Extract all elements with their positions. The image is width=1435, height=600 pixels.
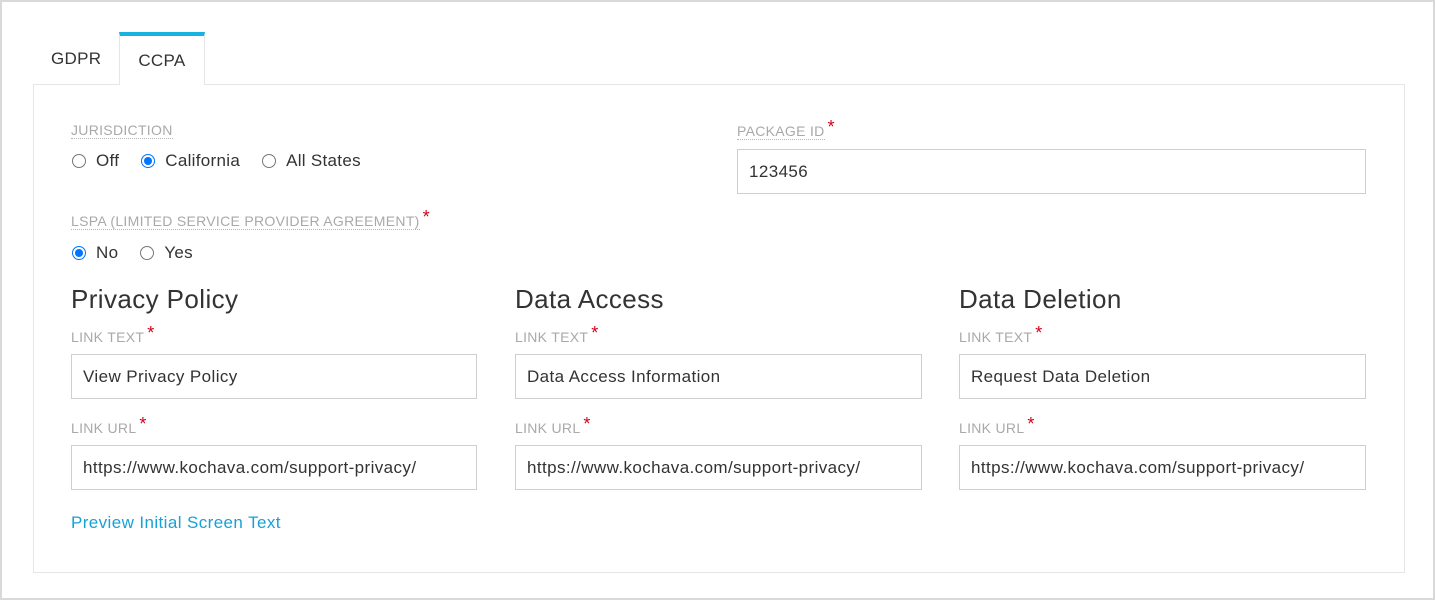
radio-all-states[interactable] xyxy=(262,154,277,168)
privacy-policy-title: Privacy Policy xyxy=(71,284,239,314)
radio-off-label: Off xyxy=(96,151,120,170)
required-mark: * xyxy=(583,414,591,434)
access-link-text-label-text: LINK TEXT xyxy=(515,329,589,345)
jurisdiction-label-text: JURISDICTION xyxy=(71,122,173,139)
required-mark: * xyxy=(139,414,147,434)
required-mark: * xyxy=(1035,323,1043,343)
radio-all-states-label: All States xyxy=(286,151,361,170)
privacy-link-url-label: LINK URL * xyxy=(71,414,147,438)
deletion-link-url-input[interactable]: https://www.kochava.com/support-privacy/ xyxy=(959,445,1366,490)
lspa-label: LSPA (LIMITED SERVICE PROVIDER AGREEMENT… xyxy=(71,207,430,231)
access-link-text-label: LINK TEXT * xyxy=(515,323,599,347)
privacy-link-text-label-text: LINK TEXT xyxy=(71,329,145,345)
deletion-link-url-label-text: LINK URL xyxy=(959,420,1025,436)
lspa-option-yes[interactable]: Yes xyxy=(140,243,193,263)
required-mark: * xyxy=(827,117,835,137)
package-id-input[interactable]: 123456 xyxy=(737,149,1366,194)
jurisdiction-option-off[interactable]: Off xyxy=(72,151,119,171)
radio-no[interactable] xyxy=(72,246,86,260)
package-id-label: PACKAGE ID * xyxy=(737,117,835,141)
tab-gdpr[interactable]: GDPR xyxy=(33,32,119,85)
access-link-url-input[interactable]: https://www.kochava.com/support-privacy/ xyxy=(515,445,922,490)
tab-ccpa[interactable]: CCPA xyxy=(119,32,205,85)
tab-bar: GDPR CCPA xyxy=(33,32,205,85)
privacy-link-text-input[interactable]: View Privacy Policy xyxy=(71,354,477,399)
jurisdiction-option-california[interactable]: California xyxy=(141,151,240,171)
lspa-radio-group: No Yes xyxy=(72,243,215,263)
data-access-title: Data Access xyxy=(515,284,664,314)
required-mark: * xyxy=(1027,414,1035,434)
data-deletion-title: Data Deletion xyxy=(959,284,1122,314)
access-link-text-input[interactable]: Data Access Information xyxy=(515,354,922,399)
ccpa-panel: JURISDICTION Off California All States P… xyxy=(33,84,1405,573)
privacy-link-url-input[interactable]: https://www.kochava.com/support-privacy/ xyxy=(71,445,477,490)
privacy-link-url-label-text: LINK URL xyxy=(71,420,137,436)
package-id-label-text: PACKAGE ID xyxy=(737,123,825,140)
lspa-option-no[interactable]: No xyxy=(72,243,118,263)
settings-frame: GDPR CCPA JURISDICTION Off California Al… xyxy=(0,0,1435,600)
access-link-url-label-text: LINK URL xyxy=(515,420,581,436)
required-mark: * xyxy=(591,323,599,343)
required-mark: * xyxy=(147,323,155,343)
jurisdiction-radio-group: Off California All States xyxy=(72,151,383,171)
radio-no-label: No xyxy=(96,243,119,262)
privacy-link-text-label: LINK TEXT * xyxy=(71,323,155,347)
lspa-label-text: LSPA (LIMITED SERVICE PROVIDER AGREEMENT… xyxy=(71,213,420,230)
radio-off[interactable] xyxy=(72,154,86,168)
deletion-link-text-label: LINK TEXT * xyxy=(959,323,1043,347)
access-link-url-label: LINK URL * xyxy=(515,414,591,438)
radio-yes-label: Yes xyxy=(164,243,193,262)
jurisdiction-option-all-states[interactable]: All States xyxy=(262,151,361,171)
jurisdiction-label: JURISDICTION xyxy=(71,122,173,139)
radio-yes[interactable] xyxy=(140,246,155,260)
radio-california-label: California xyxy=(165,151,241,170)
deletion-link-text-label-text: LINK TEXT xyxy=(959,329,1033,345)
radio-california[interactable] xyxy=(141,154,156,168)
deletion-link-url-label: LINK URL * xyxy=(959,414,1035,438)
required-mark: * xyxy=(422,207,430,227)
deletion-link-text-input[interactable]: Request Data Deletion xyxy=(959,354,1366,399)
preview-initial-screen-link[interactable]: Preview Initial Screen Text xyxy=(71,513,281,533)
